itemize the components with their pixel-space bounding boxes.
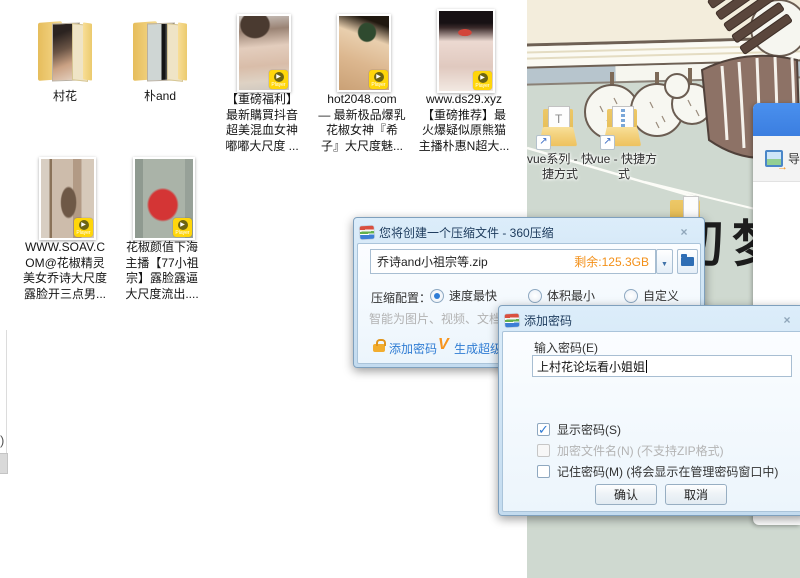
zip-dialog-title: 您将创建一个压缩文件 - 360压缩 [379, 224, 554, 241]
radio-label: 速度最快 [449, 287, 497, 304]
password-value: 上村花论坛看小姐姐 [537, 358, 645, 375]
folder-front-flap [178, 22, 187, 80]
folder-icon [681, 257, 694, 266]
checkbox-checked-icon [537, 423, 550, 436]
archive-filename-value: 乔诗and小祖宗等.zip [377, 253, 574, 270]
desktop-label[interactable]: www.ds29.xyz 【重磅推荐】最 火爆疑似原熊猫 主播朴惠N超大... [412, 92, 516, 154]
shortcut-arrow-icon [600, 135, 615, 150]
checkbox-label: 记住密码(M) (将会显示在管理密码窗口中) [557, 463, 778, 480]
side-window-titlebar [753, 103, 800, 136]
checkbox-encrypt-filenames: 加密文件名(N) (不支持ZIP格式) [537, 442, 724, 459]
archive-filename-input[interactable]: 乔诗and小祖宗等.zip 剩余:125.3GB [370, 249, 656, 274]
radio-icon [528, 289, 542, 303]
360zip-logo-icon [505, 313, 520, 327]
desktop-label[interactable]: 花椒颜值下海 主播【77小祖 宗】露脸露逼 大尺度流出.... [110, 240, 214, 302]
folder-front-flap [83, 22, 92, 80]
desktop-label[interactable]: hot2048.com — 最新极品爆乳 花椒女神『希 子』大尺度魅... [310, 92, 414, 154]
space-left-badge: 剩余:125.3GB [574, 253, 649, 270]
radio-selected-icon [430, 289, 444, 303]
password-dialog-titlebar: 添加密码 [502, 309, 800, 331]
checkbox-label: 显示密码(S) [557, 421, 621, 438]
play-icon [178, 220, 188, 230]
desktop-label[interactable]: 【重磅福利】 最新購買抖音 超美混血女神 嘟嘟大尺度 ... [210, 92, 314, 154]
super-zip-v-icon [438, 336, 449, 354]
shortcut-label[interactable]: vue - 快捷方 式 [588, 152, 660, 182]
play-icon [478, 73, 488, 83]
checkbox-icon [537, 465, 550, 478]
toolbar-item-label[interactable]: 导 [788, 150, 800, 167]
background-scrollbar-fragment[interactable] [0, 453, 8, 474]
password-input-label: 输入密码(E) [534, 339, 598, 356]
filename-dropdown-button[interactable] [656, 249, 673, 274]
zip-dialog-titlebar: 您将创建一个压缩文件 - 360压缩 [357, 221, 701, 243]
desktop-video-2[interactable]: Player [337, 14, 391, 92]
checkbox-icon [537, 444, 550, 457]
desktop-label[interactable]: 村花 [13, 89, 117, 105]
shortcut-label[interactable]: vue系列 - 快 捷方式 [524, 152, 596, 182]
close-icon [680, 225, 687, 239]
play-icon [79, 220, 89, 230]
desktop-video-3[interactable]: Player [437, 9, 495, 93]
checkbox-label: 加密文件名(N) (不支持ZIP格式) [557, 442, 724, 459]
radio-label: 体积最小 [547, 287, 595, 304]
confirm-button[interactable]: 确认 [595, 484, 657, 505]
shortcut-arrow-icon [536, 135, 551, 150]
close-button[interactable] [773, 313, 800, 328]
password-dialog-title: 添加密码 [524, 312, 572, 329]
password-input[interactable]: 上村花论坛看小姐姐 [532, 355, 792, 377]
player-badge: Player [173, 218, 192, 237]
desktop-video-4[interactable]: Player [39, 157, 96, 240]
player-badge: Player [269, 70, 288, 89]
cancel-button[interactable]: 取消 [665, 484, 727, 505]
password-dialog: 添加密码 输入密码(E) 上村花论坛看小姐姐 显示密码(S) 加密文件名(N) … [498, 305, 800, 516]
checkbox-show-password[interactable]: 显示密码(S) [537, 421, 621, 438]
play-icon [374, 72, 384, 82]
close-icon [783, 313, 790, 327]
add-password-link[interactable]: 添加密码 [389, 340, 437, 357]
checkbox-remember-password[interactable]: 记住密码(M) (将会显示在管理密码窗口中) [537, 463, 778, 480]
play-icon [274, 72, 284, 82]
browse-folder-button[interactable] [677, 249, 698, 274]
desktop-label[interactable]: WWW.SOAV.C OM@花椒精灵 美女乔诗大尺度 露脸开三点男... [13, 240, 117, 302]
background-window-edge [6, 330, 7, 473]
player-badge: Player [473, 71, 492, 90]
background-artifact-text: ) [0, 433, 4, 448]
chevron-down-icon [661, 253, 668, 271]
shortcut-vue[interactable] [603, 106, 641, 148]
export-image-icon [765, 150, 783, 167]
radio-custom[interactable]: 自定义 [624, 287, 679, 304]
radio-fastest[interactable]: 速度最快 [430, 287, 497, 304]
shortcut-vue-series[interactable] [539, 106, 577, 148]
desktop-folder-piao-and[interactable] [131, 20, 189, 84]
desktop-folder-cunhua[interactable] [36, 20, 94, 84]
desktop-video-5[interactable]: Player [133, 157, 195, 240]
player-badge: Player [369, 70, 388, 89]
lock-icon [373, 344, 385, 352]
password-dialog-body: 输入密码(E) 上村花论坛看小姐姐 显示密码(S) 加密文件名(N) (不支持Z… [502, 331, 800, 512]
desktop-label[interactable]: 朴and [108, 89, 212, 105]
radio-smallest[interactable]: 体积最小 [528, 287, 595, 304]
compress-config-label: 压缩配置： [371, 289, 431, 306]
text-caret [646, 360, 647, 373]
player-badge: Player [74, 218, 93, 237]
close-button[interactable] [670, 225, 698, 240]
radio-label: 自定义 [643, 287, 679, 304]
desktop-screen: 初梦 十木 ) 村花 朴and Player 【重磅福利】 最新購買抖音 超美混… [0, 0, 800, 578]
desktop-video-1[interactable]: Player [237, 14, 291, 92]
side-window-toolbar: 导 [753, 136, 800, 182]
radio-icon [624, 289, 638, 303]
360zip-logo-icon [360, 225, 375, 239]
